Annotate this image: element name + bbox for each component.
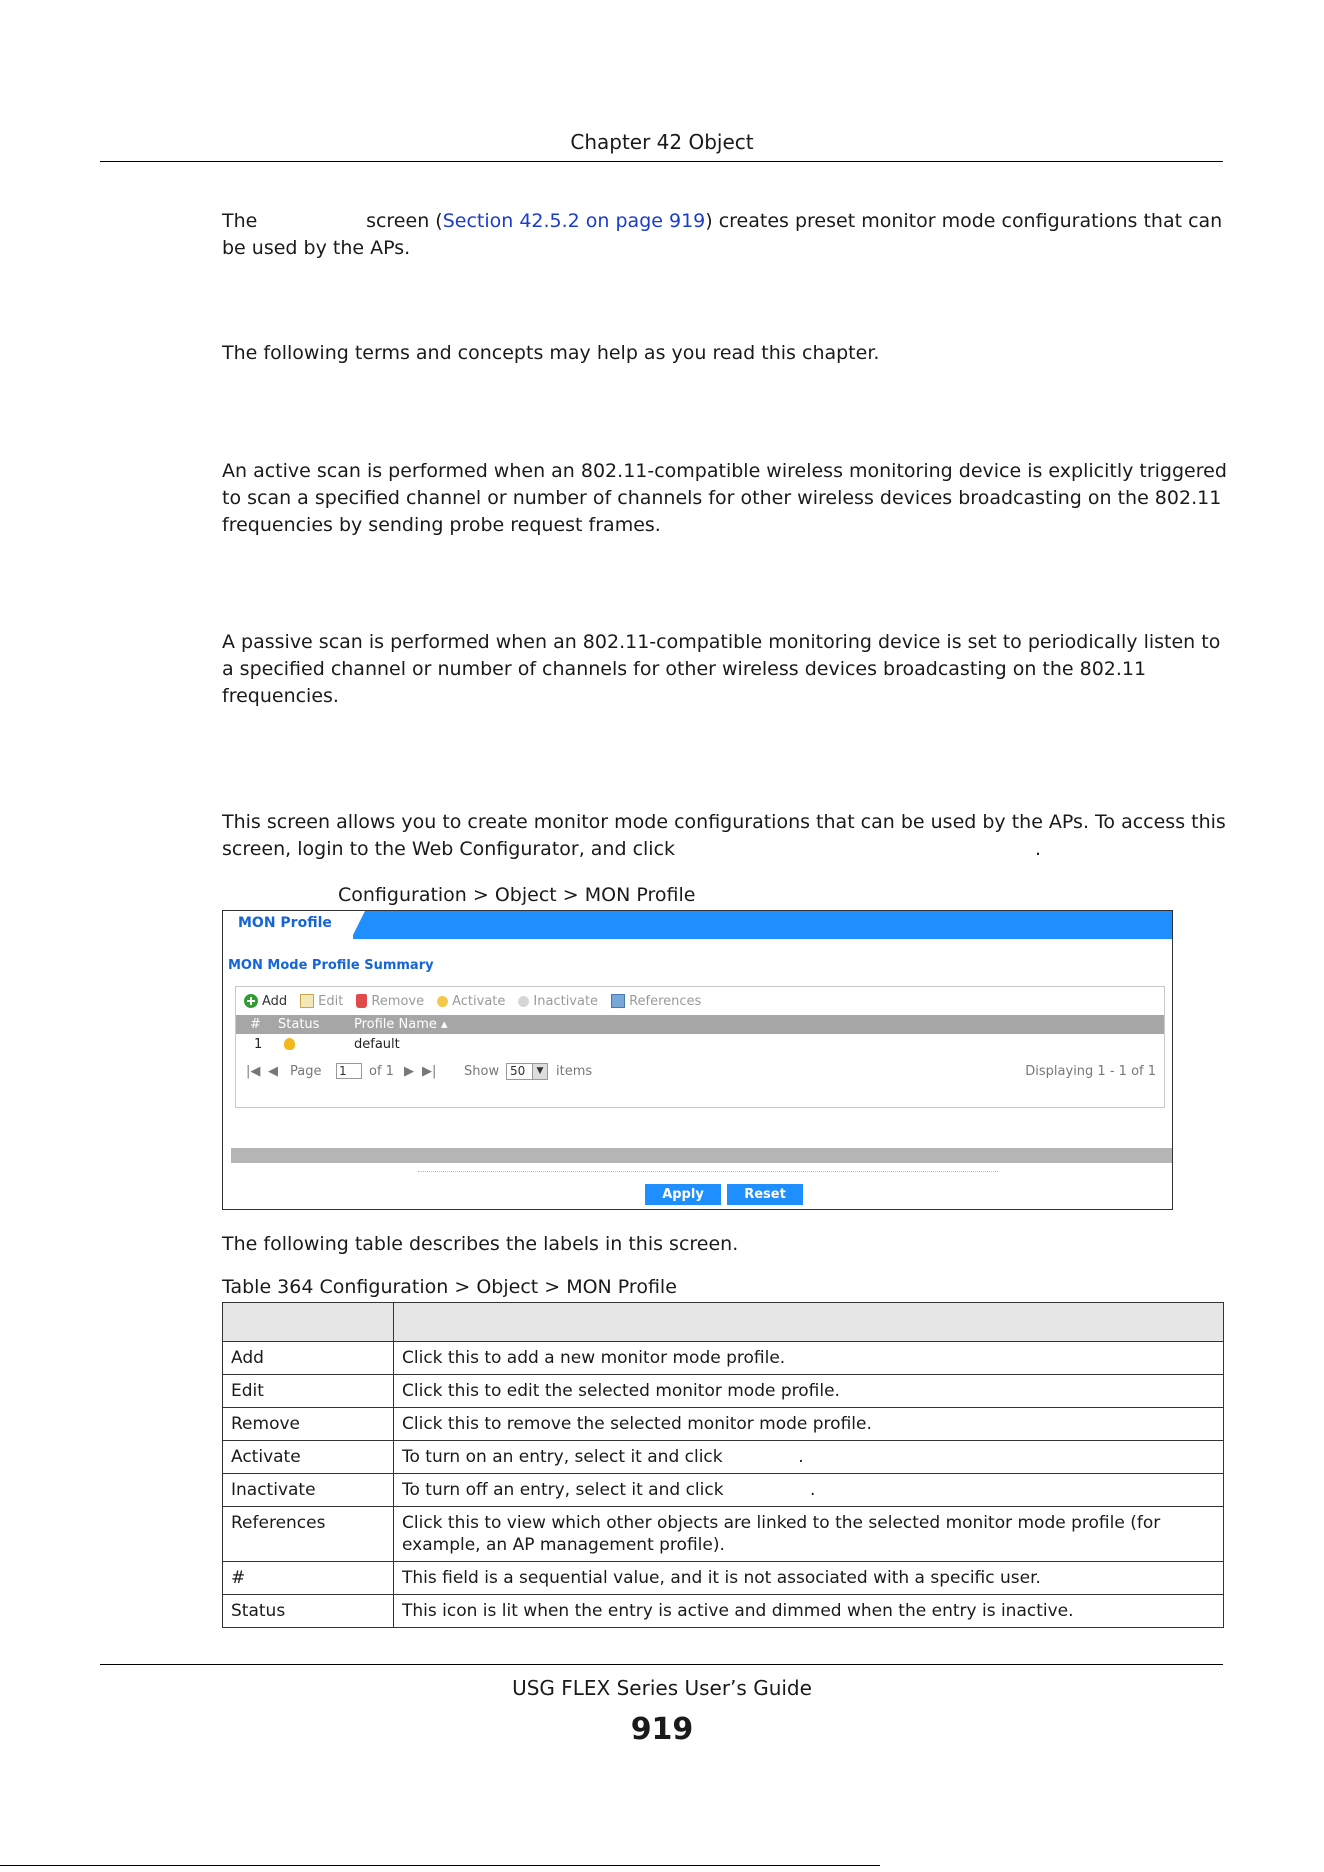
intro-paragraph-2: The following terms and concepts may hel… [222,342,880,364]
passive-scan-paragraph: A passive scan is performed when an 802.… [222,631,1221,707]
remove-button[interactable]: Remove [356,994,424,1009]
remove-label: Remove [371,993,425,1009]
lightbulb-icon [437,995,449,1007]
table-row: Remove Click this to remove the selected… [222,1407,1224,1441]
grid-toolbar: Add Edit Remove Activate Inactivate Refe… [244,992,701,1010]
label-cell: # [222,1561,394,1595]
add-button[interactable]: Add [244,994,287,1009]
footer-guide-title: USG FLEX Series User’s Guide [512,1676,812,1700]
header-cell-label [222,1302,394,1342]
items-per-page-value: 50 [510,1064,526,1078]
description-cell: To turn on an entry, select it and click… [393,1440,1224,1474]
last-page-icon[interactable]: ▶| [422,1064,436,1079]
description-cell: This field is a sequential value, and it… [393,1561,1224,1595]
apply-button[interactable]: Apply [645,1184,721,1205]
access-text-end: . [1035,838,1042,860]
footer-rule [100,1664,1223,1665]
intro-gap [263,210,360,232]
edit-icon [300,994,315,1008]
figure-caption: Configuration > Object > MON Profile [338,884,696,906]
add-label: Add [262,993,288,1009]
access-text: This screen allows you to create monitor… [222,811,1226,860]
inactivate-label: Inactivate [533,993,599,1009]
table-row: # This field is a sequential value, and … [222,1561,1224,1595]
table-row: Inactivate To turn off an entry, select … [222,1473,1224,1507]
label-cell: Add [222,1341,394,1375]
column-status[interactable]: Status [278,1017,319,1032]
activate-label: Activate [452,993,506,1009]
label-cell: Status [222,1594,394,1628]
tab-mon-profile[interactable]: MON Profile [223,911,353,939]
items-label: items [556,1064,593,1079]
intro-paragraph-1: The screen (Section 42.5.2 on page 919) … [222,208,1232,262]
activate-button[interactable]: Activate [437,994,505,1009]
page-number: 919 [630,1712,694,1747]
access-paragraph: This screen allows you to create monitor… [222,809,1232,863]
page-input[interactable]: 1 [336,1063,362,1079]
references-label: References [629,993,702,1009]
page-label: Page [290,1064,322,1079]
tab-bar [223,911,1172,939]
trash-icon [356,994,368,1008]
mon-profile-screenshot: MON Profile MON Mode Profile Summary Add… [222,910,1173,1210]
label-cell: Remove [222,1407,394,1441]
displaying-label: Displaying 1 - 1 of 1 [1025,1064,1156,1079]
labels-description-table: Add Click this to add a new monitor mode… [222,1302,1224,1628]
table-row: References Click this to view which othe… [222,1506,1224,1562]
active-scan-paragraph: An active scan is performed when an 802.… [222,460,1227,536]
page-of-label: of 1 [369,1064,394,1079]
description-cell: Click this to add a new monitor mode pro… [393,1341,1224,1375]
table-caption: Table 364 Configuration > Object > MON P… [222,1276,677,1298]
description-cell: Click this to remove the selected monito… [393,1407,1224,1441]
description-cell: Click this to view which other objects a… [393,1506,1224,1562]
first-page-icon[interactable]: |◀ [246,1064,260,1079]
table-row: Add Click this to add a new monitor mode… [222,1341,1224,1375]
row-num: 1 [254,1037,263,1052]
horizontal-scrollbar[interactable] [231,1148,1172,1163]
header-cell-description [393,1302,1224,1342]
inactivate-button[interactable]: Inactivate [518,994,598,1009]
table-row: Status This icon is lit when the entry i… [222,1594,1224,1628]
column-profile-name[interactable]: Profile Name ▴ [354,1017,448,1032]
description-cell: To turn off an entry, select it and clic… [393,1473,1224,1507]
table-row[interactable]: 1 default [236,1035,1164,1055]
next-page-icon[interactable]: ▶ [404,1064,414,1079]
status-lightbulb-icon [284,1038,295,1050]
row-profile-name: default [354,1037,400,1052]
table-intro-paragraph: The following table describes the labels… [222,1233,739,1255]
edit-label: Edit [318,993,344,1009]
add-icon [244,994,258,1008]
edit-button[interactable]: Edit [300,994,343,1009]
description-cell: This icon is lit when the entry is activ… [393,1594,1224,1628]
intro-text: The [222,210,264,232]
chapter-header: Chapter 42 Object [570,130,754,154]
label-cell: Activate [222,1440,394,1474]
table-row: Activate To turn on an entry, select it … [222,1440,1224,1474]
chevron-down-icon: ▼ [532,1064,547,1079]
label-cell: References [222,1506,394,1562]
grid-header: # Status Profile Name ▴ [236,1015,1164,1034]
summary-title: MON Mode Profile Summary [228,958,434,973]
column-num[interactable]: # [250,1017,261,1032]
reset-button[interactable]: Reset [727,1184,803,1205]
divider [418,1171,998,1172]
table-header-row [222,1302,1224,1342]
lightbulb-off-icon [518,995,530,1007]
header-rule [100,161,1223,162]
intro-text: screen ( [360,210,443,232]
items-per-page-select[interactable]: 50 ▼ [506,1063,548,1080]
references-button[interactable]: References [611,994,701,1009]
table-row: Edit Click this to edit the selected mon… [222,1374,1224,1408]
grid-pager: |◀ ◀ Page 1 of 1 ▶ ▶| Show 50 ▼ items Di… [236,1062,1164,1082]
bottom-rule [0,1865,880,1866]
prev-page-icon[interactable]: ◀ [268,1064,278,1079]
label-cell: Inactivate [222,1473,394,1507]
tab-edge [351,911,365,939]
section-link[interactable]: Section 42.5.2 on page 919 [443,210,706,232]
label-cell: Edit [222,1374,394,1408]
references-icon [611,994,626,1008]
profile-grid-panel: Add Edit Remove Activate Inactivate Refe… [235,986,1165,1108]
description-cell: Click this to edit the selected monitor … [393,1374,1224,1408]
show-label: Show [464,1064,500,1079]
